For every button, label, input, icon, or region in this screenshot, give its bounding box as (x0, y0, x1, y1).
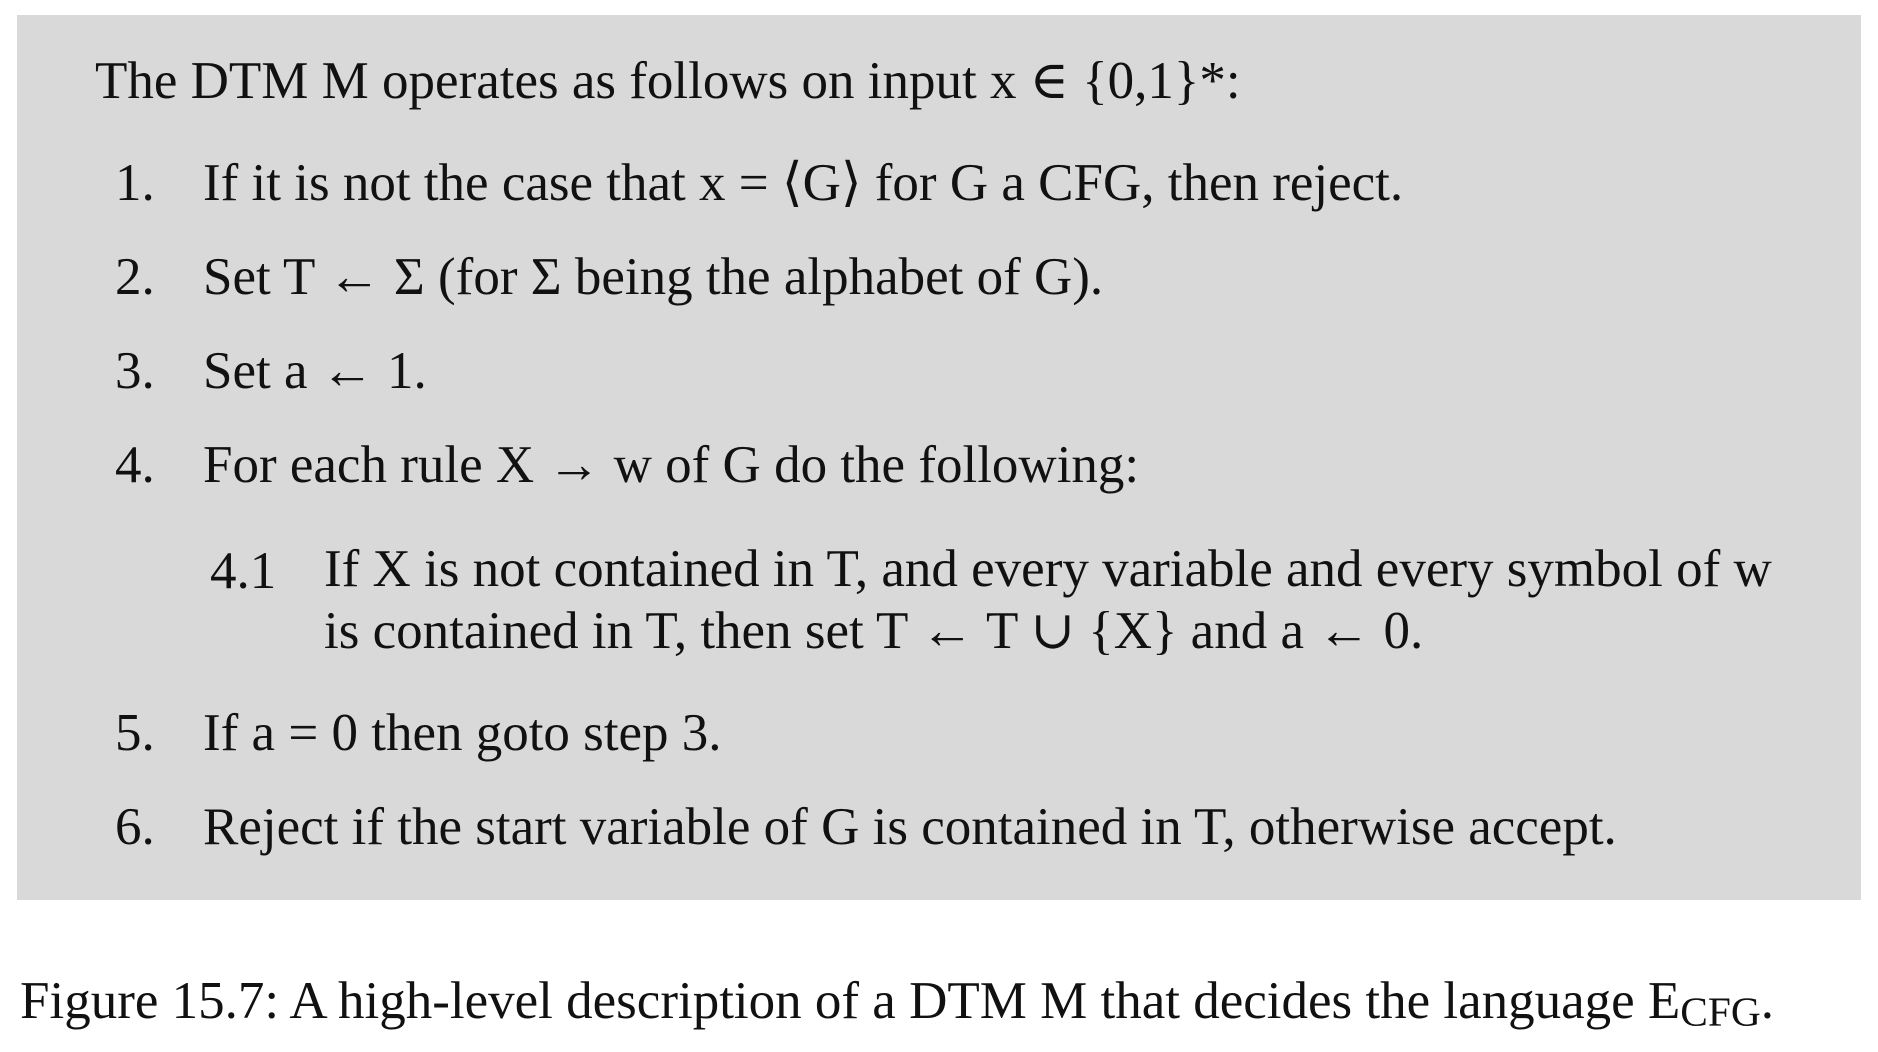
step-text: Set a ← 1. (203, 342, 427, 400)
step-number: 5. (115, 704, 155, 762)
step-number: 4.1 (210, 542, 277, 600)
step-number: 1. (115, 154, 155, 212)
caption-subscript: CFG (1680, 988, 1761, 1035)
intro-line: The DTM M operates as follows on input x… (95, 52, 1241, 110)
step-text: If it is not the case that x = ⟨G⟩ for G… (203, 154, 1404, 212)
step-text: Set T ← Σ (for Σ being the alphabet of G… (203, 248, 1104, 306)
caption-text: Figure 15.7: A high-level description of… (20, 972, 1681, 1030)
figure-caption: Figure 15.7: A high-level description of… (20, 968, 1774, 1044)
step-text: Reject if the start variable of G is con… (203, 798, 1617, 856)
step-text: If X is not contained in T, and every va… (324, 540, 1772, 660)
step-number: 3. (115, 342, 155, 400)
step-number: 2. (115, 248, 155, 306)
step-text: If a = 0 then goto step 3. (203, 704, 722, 762)
caption-end: . (1760, 972, 1774, 1030)
step-text: For each rule X → w of G do the followin… (203, 436, 1140, 494)
step-number: 6. (115, 798, 155, 856)
step-number: 4. (115, 436, 155, 494)
